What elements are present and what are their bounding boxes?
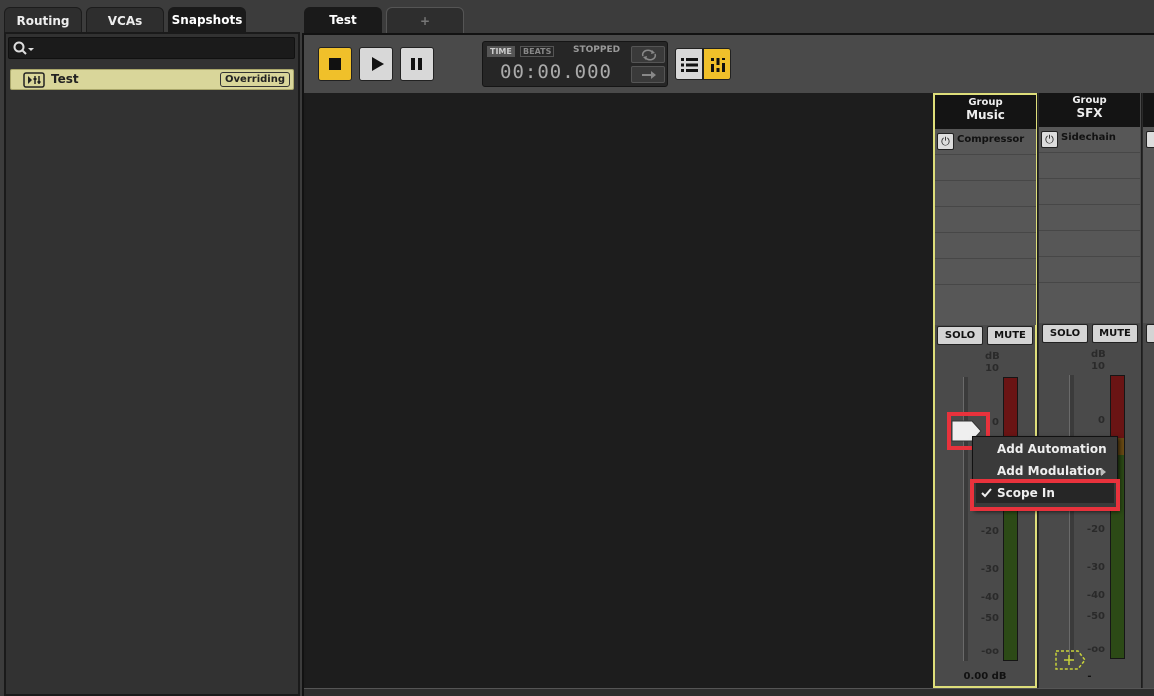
time-mode-button[interactable]: TIME (487, 46, 515, 57)
empty-slot[interactable] (935, 207, 1036, 233)
scale-tick: -50 (1086, 611, 1105, 622)
tab-routing[interactable]: Routing (4, 7, 82, 33)
empty-slot[interactable] (935, 233, 1036, 259)
status-badge: Overriding (220, 72, 290, 87)
scale-tick: -30 (980, 564, 999, 575)
power-icon[interactable]: ⏻ (937, 133, 954, 150)
effects-deck (1143, 127, 1154, 323)
effect-slot[interactable]: ⏻ Compressor (935, 129, 1036, 155)
scale-tick: -40 (980, 592, 999, 603)
tab-vcas[interactable]: VCAs (86, 7, 164, 33)
empty-slot[interactable] (935, 181, 1036, 207)
arrow-right-icon (642, 71, 656, 79)
mixer-strip-music[interactable]: Group Music ⏻ Compressor SOLO MUTE dB 10… (933, 93, 1037, 688)
scale-tick: 10 (1091, 361, 1105, 372)
snapshot-icon (23, 72, 45, 88)
tab-snapshots[interactable]: Snapshots (168, 7, 246, 33)
db-label: dB (985, 351, 1000, 362)
follow-playback-button[interactable] (631, 66, 665, 83)
effects-deck[interactable]: ⏻ Compressor (935, 129, 1036, 325)
mixer-view-button[interactable] (703, 48, 731, 80)
transport-state: STOPPED (573, 45, 621, 55)
stop-icon (329, 58, 341, 70)
mixer-icon (710, 58, 726, 72)
fader-track[interactable] (1069, 375, 1074, 659)
fader-level: 0.00 dB (963, 671, 1007, 682)
scale-tick: -50 (980, 613, 999, 624)
time-readout: 00:00.000 (500, 61, 612, 83)
strip-header[interactable]: Group Music (935, 95, 1036, 129)
horizontal-scrollbar[interactable] (304, 688, 1154, 696)
search-icon[interactable] (12, 40, 36, 56)
empty-slot[interactable] (1039, 257, 1140, 283)
scale-tick: 0 (1098, 415, 1105, 426)
effects-deck[interactable]: ⏻ Sidechain (1039, 127, 1140, 323)
tracks-view-button[interactable] (675, 48, 703, 80)
pause-icon (411, 58, 422, 70)
strip-type: Group (1072, 95, 1107, 106)
scale-tick: -40 (1086, 590, 1105, 601)
empty-slot[interactable] (1039, 179, 1140, 205)
play-button[interactable] (359, 47, 393, 81)
effect-slot[interactable]: ⏻ Sidechain (1039, 127, 1140, 153)
submenu-arrow-icon (1101, 468, 1106, 476)
level-meter (1110, 375, 1125, 659)
empty-slot[interactable] (1039, 205, 1140, 231)
effect-name: Sidechain (1061, 132, 1116, 143)
empty-slot[interactable] (1039, 231, 1140, 257)
scale-tick: -20 (1086, 524, 1105, 535)
power-icon[interactable]: ⏻ (1041, 131, 1058, 148)
snapshots-panel (4, 32, 300, 696)
empty-slot[interactable] (935, 259, 1036, 285)
tab-test[interactable]: Test (304, 7, 382, 35)
scale-tick: -oo (981, 646, 999, 657)
search-input[interactable] (8, 37, 295, 59)
solo-button[interactable]: SOLO (1042, 324, 1088, 343)
empty-slot[interactable] (1039, 153, 1140, 179)
strip-header[interactable]: Group SFX (1039, 93, 1140, 127)
menu-item-add-automation[interactable]: Add Automation (973, 438, 1117, 460)
solo-button[interactable]: SOLO (937, 326, 983, 345)
db-label: dB (1091, 349, 1106, 360)
list-icon (681, 58, 698, 72)
pause-button[interactable] (400, 47, 434, 81)
loop-button[interactable] (631, 46, 665, 63)
time-display: TIME BEATS STOPPED 00:00.000 (482, 41, 668, 87)
mute-button[interactable]: MUTE (1092, 324, 1138, 343)
strip-header (1143, 93, 1154, 127)
scale-tick: 10 (985, 363, 999, 374)
mixer-strip-sfx[interactable]: Group SFX ⏻ Sidechain SOLO MUTE dB 10 0 … (1038, 93, 1141, 688)
stop-button[interactable] (318, 47, 352, 81)
strip-name: SFX (1076, 106, 1103, 120)
scale-tick: -30 (1086, 562, 1105, 573)
power-icon[interactable] (1146, 131, 1154, 148)
beats-mode-button[interactable]: BEATS (520, 46, 555, 57)
play-icon (372, 57, 384, 71)
snapshot-item[interactable]: Test Overriding (10, 69, 294, 90)
menu-highlight (970, 479, 1120, 511)
fader-level: - (1087, 671, 1092, 682)
mute-button[interactable]: MUTE (987, 326, 1033, 345)
strip-type: Group (968, 97, 1003, 108)
add-fader-icon[interactable] (1054, 649, 1088, 671)
add-tab-button[interactable]: + (386, 7, 464, 35)
loop-icon (641, 49, 657, 61)
empty-slot[interactable] (935, 155, 1036, 181)
scale-tick: -20 (980, 526, 999, 537)
strip-name: Music (966, 108, 1005, 122)
level-meter (1003, 377, 1018, 661)
mixer-strip-partial[interactable] (1142, 93, 1154, 688)
effect-name: Compressor (957, 134, 1025, 145)
solo-button[interactable] (1146, 324, 1154, 343)
snapshot-name: Test (51, 72, 79, 86)
